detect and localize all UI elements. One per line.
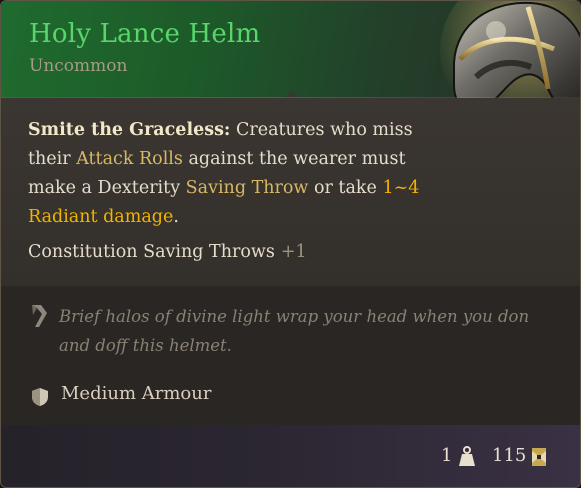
gold-coin-icon: [532, 448, 546, 466]
armour-type: Medium Armour: [61, 383, 212, 404]
item-name: Holy Lance Helm: [29, 19, 261, 49]
gold-value: 115: [492, 445, 527, 466]
weight-value: 1: [441, 445, 453, 466]
description-text: or take: [308, 178, 383, 198]
item-tooltip: Holy Lance Helm Uncommon Smite the Grace…: [0, 0, 581, 488]
saving-throw-bonus: Constitution Saving Throws +1: [28, 242, 307, 262]
body-divider-notch: [285, 279, 299, 286]
shield-icon: [32, 388, 48, 406]
tooltip-body: Smite the Graceless: Creatures who miss …: [1, 98, 580, 286]
item-rarity: Uncommon: [29, 56, 128, 76]
bonus-label: Constitution Saving Throws: [28, 242, 275, 262]
bonus-value: +1: [280, 242, 307, 262]
keyword-saving-throw[interactable]: Saving Throw: [186, 178, 309, 198]
item-description: Smite the Graceless: Creatures who miss …: [28, 116, 438, 232]
keyword-attack-rolls[interactable]: Attack Rolls: [76, 149, 183, 169]
passive-name: Smite the Graceless:: [28, 120, 231, 140]
header-divider-notch: [285, 91, 299, 98]
description-text: .: [173, 207, 179, 227]
tooltip-lower: Brief halos of divine light wrap your he…: [1, 286, 580, 425]
flavor-text: Brief halos of divine light wrap your he…: [59, 307, 530, 355]
weight-icon: [459, 446, 475, 466]
tooltip-footer: 1 115: [1, 425, 580, 487]
tooltip-header: Holy Lance Helm Uncommon: [1, 1, 580, 129]
quill-icon: [32, 305, 47, 327]
